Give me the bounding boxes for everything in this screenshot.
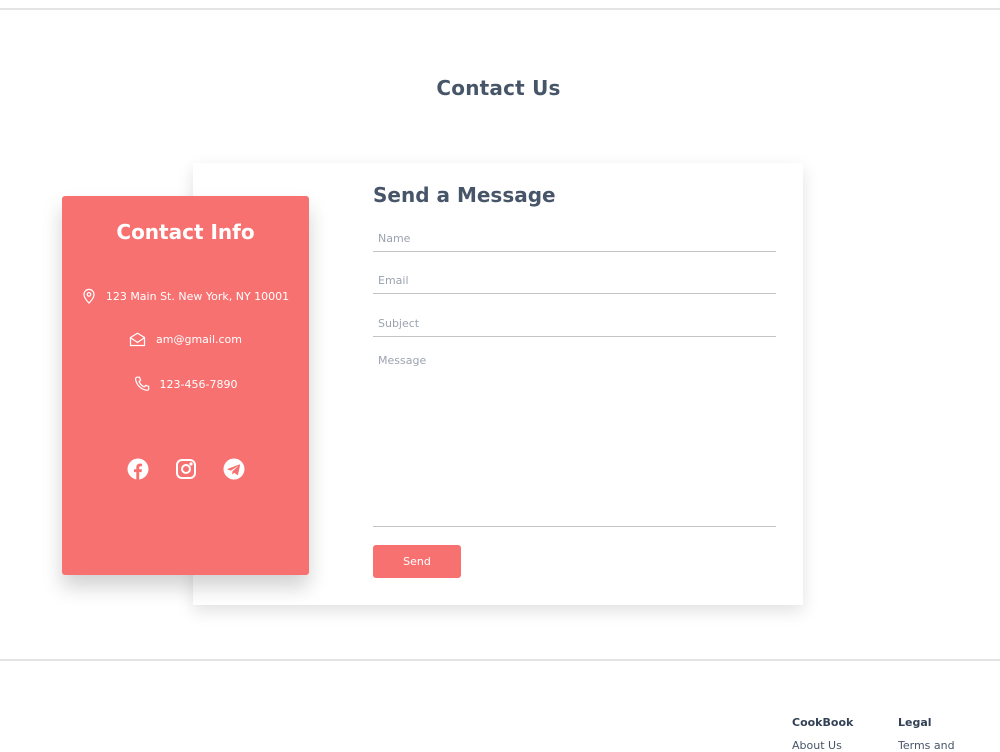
phone-icon: [134, 376, 150, 392]
footer-link-terms[interactable]: Terms and: [898, 739, 955, 752]
footer-link-about-us[interactable]: About Us: [792, 739, 853, 752]
email-input[interactable]: [373, 268, 776, 294]
address-text: 123 Main St. New York, NY 10001: [105, 289, 290, 303]
phone-row: 123-456-7890: [62, 376, 309, 392]
page-title: Contact Us: [436, 76, 561, 100]
footer-heading: CookBook: [792, 716, 854, 729]
phone-text: 123-456-7890: [159, 377, 238, 391]
email-text[interactable]: am@gmail.com: [156, 333, 242, 346]
telegram-icon[interactable]: [223, 458, 245, 480]
email-row: am@gmail.com: [62, 332, 309, 347]
instagram-icon[interactable]: [175, 458, 197, 480]
message-textarea[interactable]: [373, 348, 776, 527]
subject-input[interactable]: [373, 311, 776, 337]
name-input[interactable]: [373, 226, 776, 252]
header-divider: [0, 8, 1000, 10]
location-pin-icon: [82, 288, 96, 304]
footer-column-cookbook: CookBook About Us: [792, 716, 853, 752]
send-button[interactable]: Send: [373, 545, 461, 578]
footer-heading: Legal: [898, 716, 932, 729]
footer-divider: [0, 659, 1000, 661]
envelope-icon: [129, 332, 146, 347]
social-links: [62, 458, 309, 480]
address-row: 123 Main St. New York, NY 10001: [62, 288, 309, 304]
footer-column-legal: Legal Terms and: [898, 716, 955, 752]
contact-info-title: Contact Info: [116, 220, 255, 244]
facebook-icon[interactable]: [127, 458, 149, 480]
contact-info-card: Contact Info 123 Main St. New York, NY 1…: [62, 196, 309, 575]
form-title: Send a Message: [373, 183, 556, 207]
